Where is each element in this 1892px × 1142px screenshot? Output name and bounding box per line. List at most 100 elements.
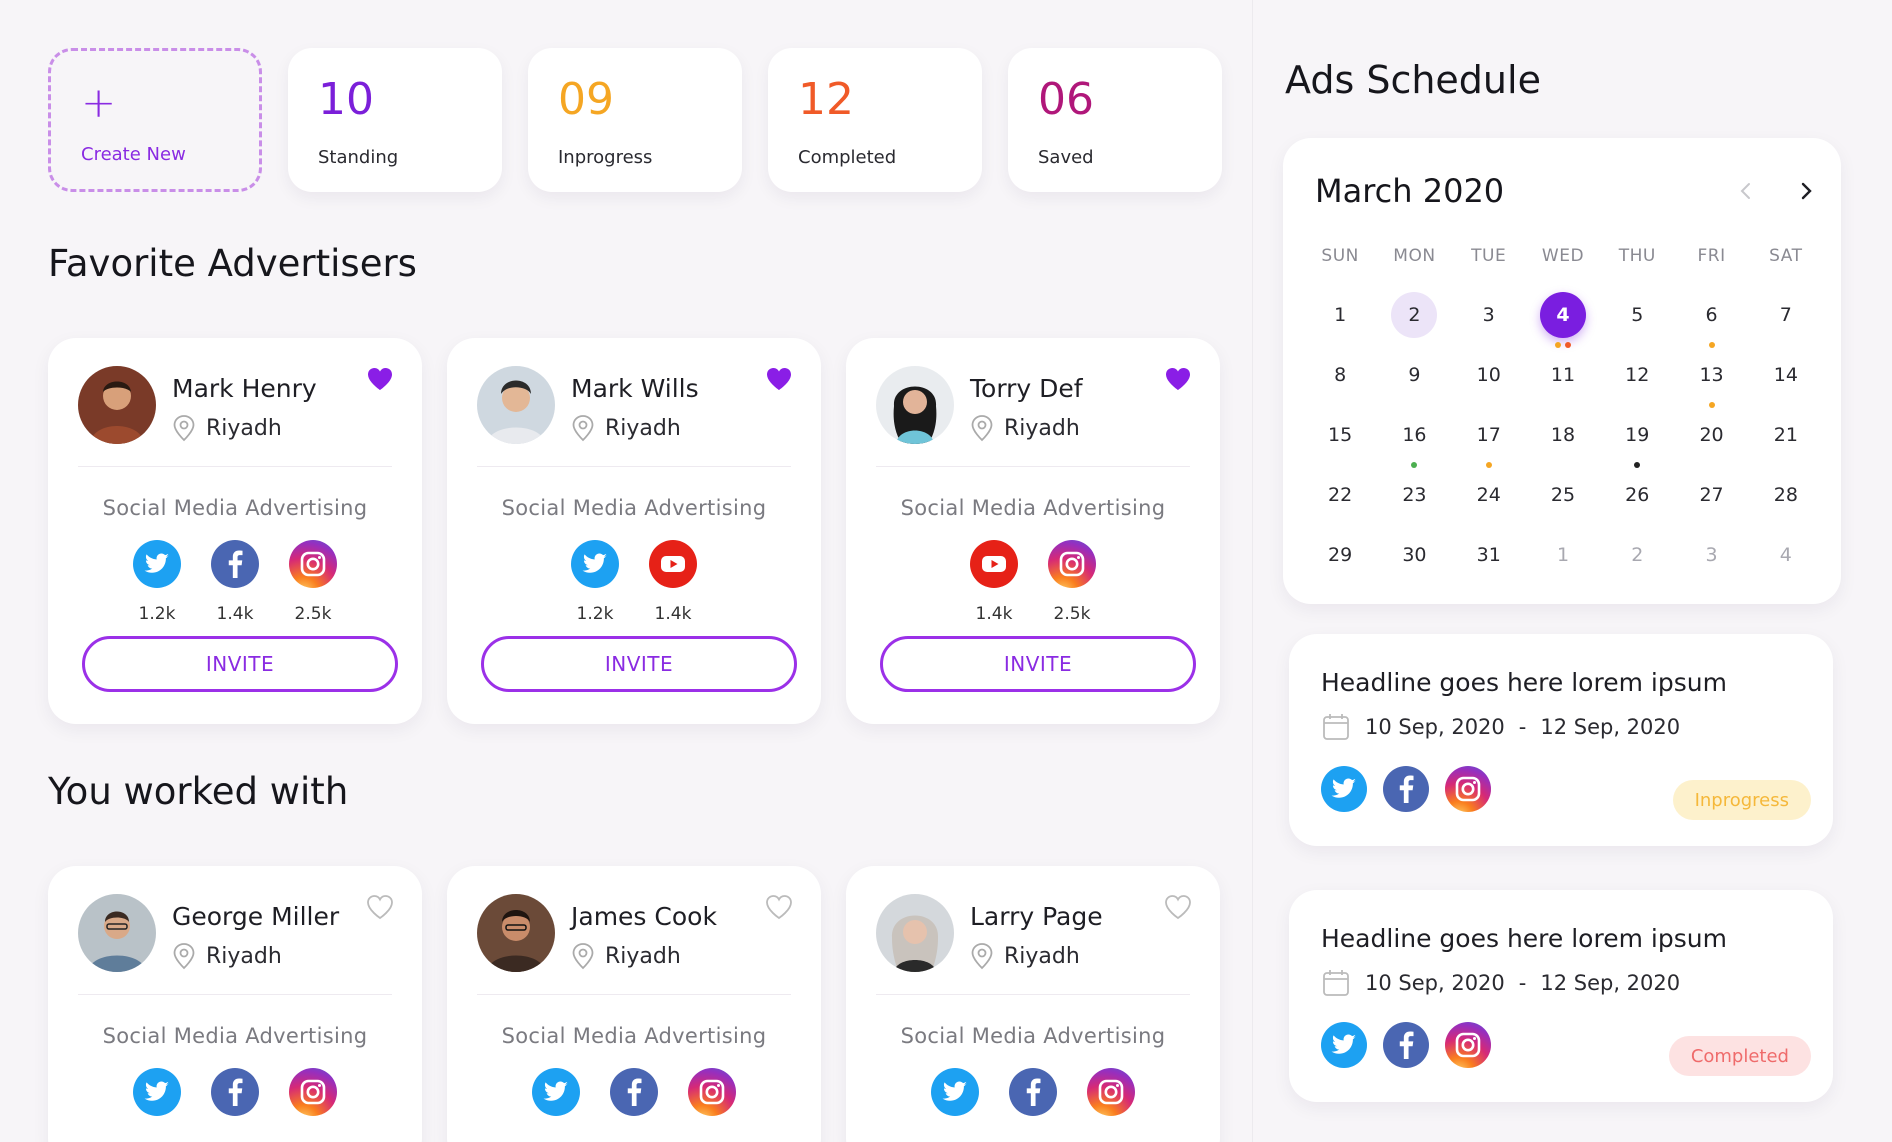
instagram-icon[interactable] (1445, 1022, 1491, 1068)
facebook-icon[interactable] (1383, 766, 1429, 812)
twitter-icon[interactable] (1321, 766, 1367, 812)
instagram-icon[interactable] (1445, 766, 1491, 812)
calendar-day[interactable]: 9 (1377, 348, 1451, 408)
calendar-day[interactable]: 21 (1749, 408, 1823, 468)
advertiser-card[interactable]: Larry Page Riyadh Social Media Advertisi… (846, 866, 1220, 1142)
calendar-day[interactable]: 3 (1674, 528, 1748, 588)
youtube-icon[interactable] (649, 540, 697, 588)
twitter-icon[interactable] (931, 1068, 979, 1116)
calendar-day[interactable]: 23 (1377, 468, 1451, 528)
instagram-icon[interactable] (289, 540, 337, 588)
heart-outline-icon[interactable] (765, 894, 793, 920)
advertiser-card[interactable]: James Cook Riyadh Social Media Advertisi… (447, 866, 821, 1142)
calendar-day[interactable]: 15 (1303, 408, 1377, 468)
chevron-right-icon[interactable] (1791, 176, 1821, 206)
calendar-day[interactable]: 6 (1674, 288, 1748, 348)
worked-with-list: George Miller Riyadh Social Media Advert… (48, 866, 1220, 1142)
twitter-icon[interactable] (133, 1068, 181, 1116)
calendar-day[interactable]: 2 (1600, 528, 1674, 588)
facebook-icon[interactable] (1383, 1022, 1429, 1068)
invite-button[interactable]: INVITE (880, 636, 1196, 692)
location-text: Riyadh (605, 943, 681, 969)
create-new-button[interactable]: + Create New (48, 48, 262, 192)
calendar-day[interactable]: 1 (1526, 528, 1600, 588)
calendar-day[interactable]: 2 (1377, 288, 1451, 348)
stat-saved[interactable]: 06 Saved (1008, 48, 1222, 192)
calendar-day[interactable]: 19 (1600, 408, 1674, 468)
advertiser-card[interactable]: George Miller Riyadh Social Media Advert… (48, 866, 422, 1142)
advertiser-card[interactable]: Mark Henry Riyadh Social Media Advertisi… (48, 338, 422, 724)
ad-event-card[interactable]: Headline goes here lorem ipsum 10 Sep, 2… (1289, 890, 1833, 1102)
calendar-day[interactable]: 26 (1600, 468, 1674, 528)
ad-event-card[interactable]: Headline goes here lorem ipsum 10 Sep, 2… (1289, 634, 1833, 846)
facebook-icon[interactable] (610, 1068, 658, 1116)
calendar-day[interactable]: 27 (1674, 468, 1748, 528)
invite-button[interactable]: INVITE (481, 636, 797, 692)
facebook-icon[interactable] (1009, 1068, 1057, 1116)
chevron-left-icon[interactable] (1731, 176, 1761, 206)
calendar-day[interactable]: 14 (1749, 348, 1823, 408)
stat-standing[interactable]: 10 Standing (288, 48, 502, 192)
instagram-icon[interactable] (688, 1068, 736, 1116)
event-title: Headline goes here lorem ipsum (1321, 668, 1727, 697)
calendar-week-row: 1 2 3 4 5 6 7 (1303, 288, 1823, 348)
calendar-day[interactable]: 20 (1674, 408, 1748, 468)
instagram-icon[interactable] (1048, 540, 1096, 588)
event-title: Headline goes here lorem ipsum (1321, 924, 1727, 953)
worked-with-title: You worked with (48, 770, 349, 813)
event-socials (1321, 766, 1491, 812)
calendar-day[interactable]: 10 (1452, 348, 1526, 408)
advertiser-name: Torry Def (970, 374, 1083, 403)
heart-filled-icon[interactable] (366, 366, 394, 392)
calendar-day[interactable]: 1 (1303, 288, 1377, 348)
advertiser-card[interactable]: Torry Def Riyadh Social Media Advertisin… (846, 338, 1220, 724)
calendar-day[interactable]: 28 (1749, 468, 1823, 528)
twitter-icon[interactable] (1321, 1022, 1367, 1068)
heart-filled-icon[interactable] (765, 366, 793, 392)
advertiser-location: Riyadh (970, 414, 1080, 442)
calendar-day[interactable]: 31 (1452, 528, 1526, 588)
calendar-day[interactable]: 25 (1526, 468, 1600, 528)
heart-filled-icon[interactable] (1164, 366, 1192, 392)
calendar-day[interactable]: 12 (1600, 348, 1674, 408)
calendar-day[interactable]: 4 (1526, 288, 1600, 348)
calendar-day[interactable]: 3 (1452, 288, 1526, 348)
social-stat (1087, 1068, 1135, 1116)
instagram-icon[interactable] (289, 1068, 337, 1116)
calendar-day[interactable]: 4 (1749, 528, 1823, 588)
calendar-day-number: 15 (1328, 424, 1353, 446)
twitter-icon[interactable] (571, 540, 619, 588)
calendar-day[interactable]: 17 (1452, 408, 1526, 468)
advertiser-location: Riyadh (172, 414, 282, 442)
calendar-day-number: 6 (1705, 304, 1718, 326)
calendar-day[interactable]: 11 (1526, 348, 1600, 408)
invite-button[interactable]: INVITE (82, 636, 398, 692)
heart-outline-icon[interactable] (366, 894, 394, 920)
calendar-day[interactable]: 8 (1303, 348, 1377, 408)
twitter-icon[interactable] (133, 540, 181, 588)
instagram-icon[interactable] (1087, 1068, 1135, 1116)
calendar-day[interactable]: 29 (1303, 528, 1377, 588)
calendar-day[interactable]: 24 (1452, 468, 1526, 528)
facebook-icon[interactable] (211, 540, 259, 588)
calendar-day[interactable]: 30 (1377, 528, 1451, 588)
twitter-icon[interactable] (532, 1068, 580, 1116)
calendar-day[interactable]: 18 (1526, 408, 1600, 468)
calendar-day[interactable]: 13 (1674, 348, 1748, 408)
calendar-day[interactable]: 5 (1600, 288, 1674, 348)
calendar-day[interactable]: 22 (1303, 468, 1377, 528)
facebook-icon[interactable] (211, 1068, 259, 1116)
advertiser-card[interactable]: Mark Wills Riyadh Social Media Advertisi… (447, 338, 821, 724)
location-text: Riyadh (1004, 415, 1080, 441)
location-pin-icon (572, 943, 594, 970)
stat-completed[interactable]: 12 Completed (768, 48, 982, 192)
youtube-icon[interactable] (970, 540, 1018, 588)
divider (78, 466, 392, 467)
advertiser-name: George Miller (172, 902, 340, 931)
calendar-weekday-row: SUN MON TUE WED THU FRI SAT (1303, 246, 1823, 288)
calendar-day[interactable]: 7 (1749, 288, 1823, 348)
heart-outline-icon[interactable] (1164, 894, 1192, 920)
stat-inprogress[interactable]: 09 Inprogress (528, 48, 742, 192)
calendar-day-number: 10 (1476, 364, 1501, 386)
calendar-day[interactable]: 16 (1377, 408, 1451, 468)
